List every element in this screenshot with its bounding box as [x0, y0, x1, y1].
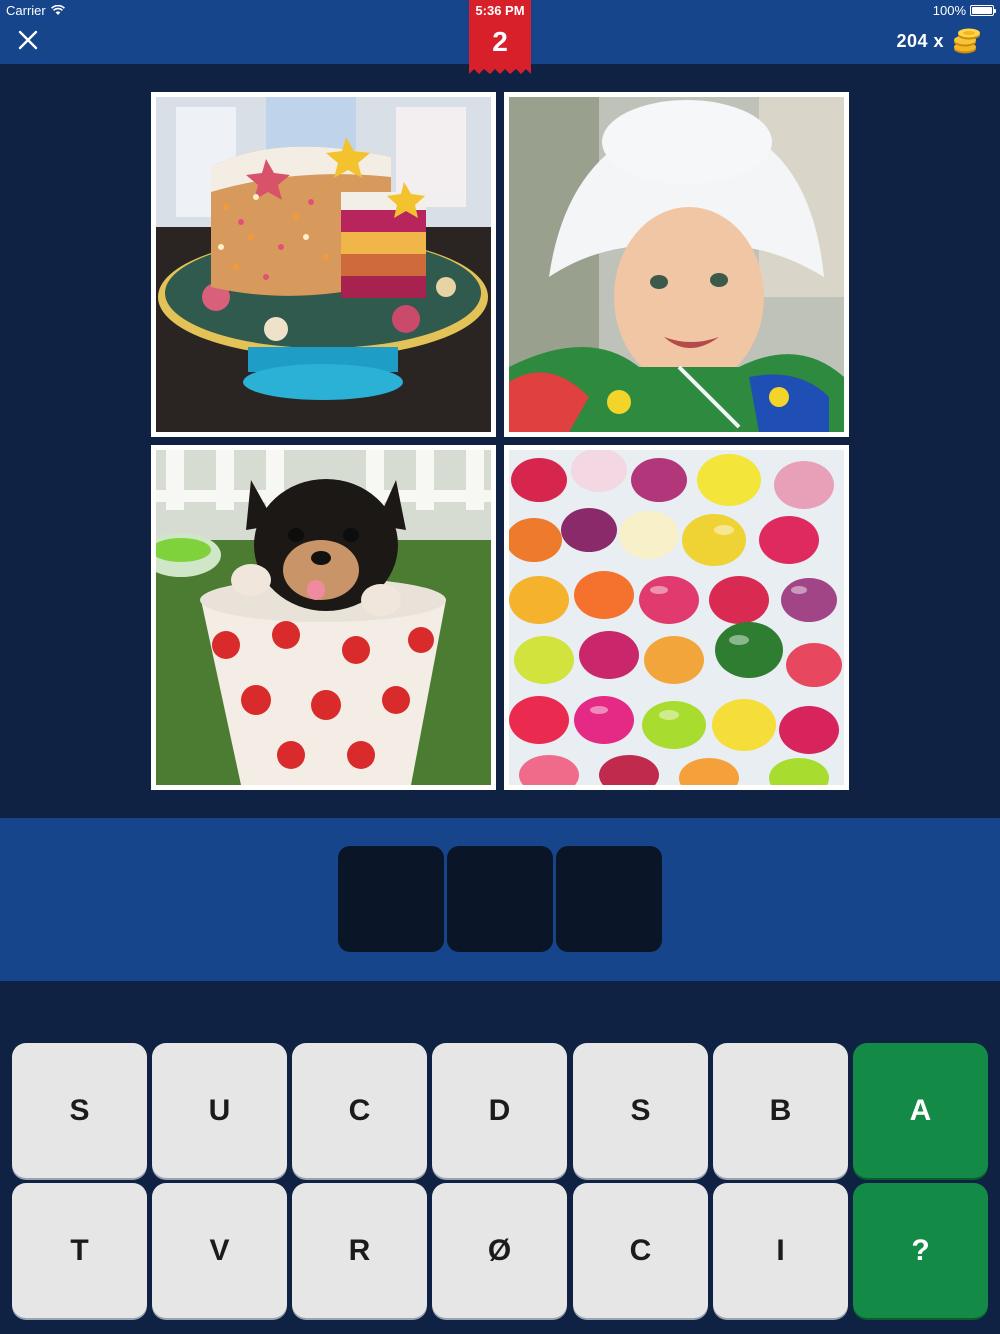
reveal-letter-button[interactable]: A [853, 1043, 988, 1178]
cake-image [156, 97, 491, 432]
coin-counter[interactable]: 204 x [896, 26, 982, 56]
close-button[interactable] [14, 26, 42, 54]
candy-image [509, 450, 844, 785]
letter-key[interactable]: U [152, 1043, 287, 1178]
puzzle-image-cake[interactable] [151, 92, 496, 437]
puzzle-image-grid [151, 92, 849, 790]
puzzle-image-baby[interactable] [504, 92, 849, 437]
answer-slot-1[interactable] [338, 846, 444, 952]
puppy-image [156, 450, 491, 785]
coin-stack-icon [954, 28, 980, 54]
letter-key[interactable]: C [573, 1183, 708, 1318]
letter-key[interactable]: I [713, 1183, 848, 1318]
answer-slot-2[interactable] [447, 846, 553, 952]
letter-key[interactable]: T [12, 1183, 147, 1318]
close-icon [18, 30, 38, 50]
answer-area [0, 818, 1000, 981]
puzzle-image-candy[interactable] [504, 445, 849, 790]
coin-count: 204 x [896, 30, 944, 51]
letter-key[interactable]: B [713, 1043, 848, 1178]
letter-key[interactable]: R [292, 1183, 427, 1318]
hint-button[interactable]: ? [853, 1183, 988, 1318]
status-time: 5:36 PM [475, 3, 525, 18]
letter-key[interactable]: D [432, 1043, 567, 1178]
letter-key[interactable]: V [152, 1183, 287, 1318]
letter-key[interactable]: Ø [432, 1183, 567, 1318]
answer-slot-3[interactable] [556, 846, 662, 952]
letter-key[interactable]: S [12, 1043, 147, 1178]
letter-key[interactable]: C [292, 1043, 427, 1178]
puzzle-image-puppy[interactable] [151, 445, 496, 790]
letter-key[interactable]: S [573, 1043, 708, 1178]
baby-image [509, 97, 844, 432]
level-number: 2 [492, 26, 508, 57]
